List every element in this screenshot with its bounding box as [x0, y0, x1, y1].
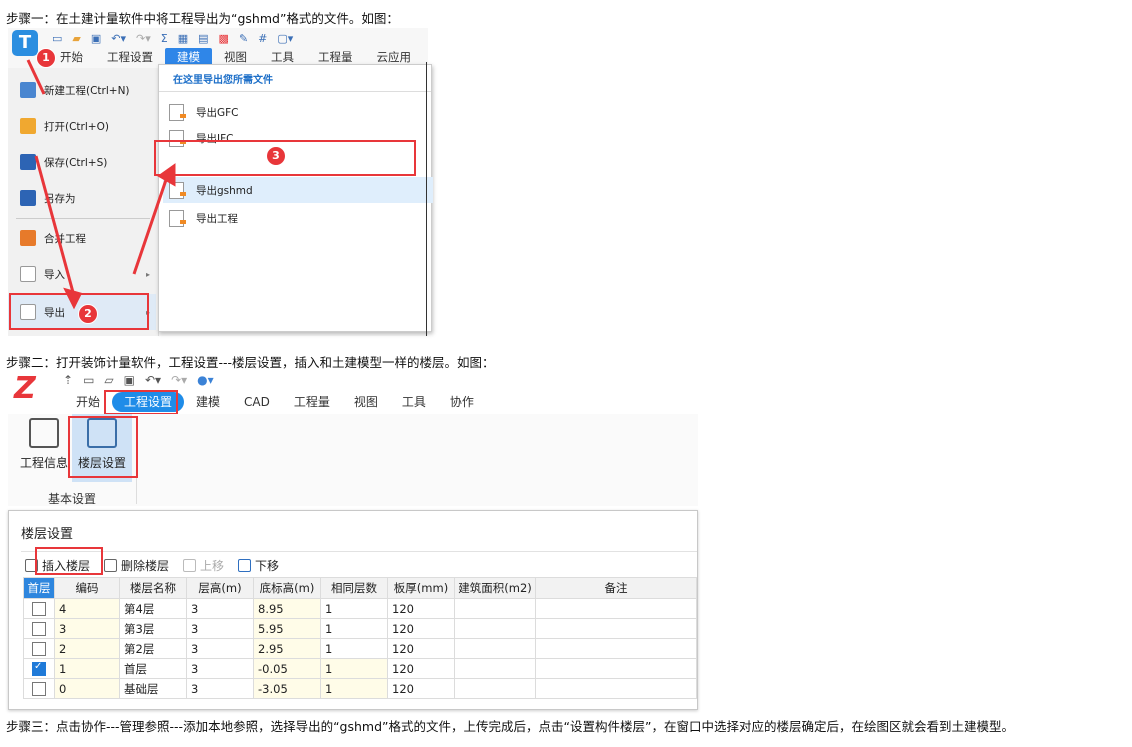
step-badge-3: 3 [266, 146, 286, 166]
tab-quantity[interactable]: 工程量 [282, 392, 342, 412]
highlight-floor-settings [68, 416, 138, 478]
screenshot-1: T ▭ ▰ ▣ ↶▾ ↷▾ Σ ▦ ▤ ▩ ✎ # ▢▾ 开始 工程设置 建模 … [8, 28, 433, 336]
col-first-floor: 首层 [23, 577, 55, 599]
open-icon[interactable]: ▱ [104, 373, 113, 387]
table-row[interactable]: 2 第2层 3 2.95 1 120 [23, 638, 697, 659]
table-row[interactable]: 4 第4层 3 8.95 1 120 [23, 598, 697, 619]
col-same-floors: 相同层数 [320, 577, 388, 599]
step-badge-2: 2 [78, 304, 98, 324]
floor-settings-panel: 楼层设置 插入楼层 删除楼层 上移 下移 首层 编码 楼层名称 层高(m) 底标… [8, 510, 698, 710]
screenshot-1-edge [426, 62, 427, 336]
move-up-button[interactable]: 上移 [183, 557, 224, 574]
first-floor-checkbox[interactable] [23, 598, 55, 619]
highlight-insert-floor [35, 547, 103, 575]
col-building-area: 建筑面积(m2) [454, 577, 536, 599]
first-floor-checkbox[interactable] [23, 678, 55, 699]
arrow-3 [132, 173, 170, 275]
new-icon[interactable]: ▭ [83, 373, 94, 387]
arrow-2-head [63, 287, 83, 310]
col-remarks: 备注 [535, 577, 697, 599]
project-info-icon [29, 418, 59, 448]
first-floor-checkbox[interactable] [23, 618, 55, 639]
tab-cad[interactable]: CAD [232, 392, 282, 412]
quick-access-toolbar: ⇡ ▭ ▱ ▣ ↶▾ ↷▾ ●▾ [63, 372, 214, 388]
undo-icon[interactable]: ↶▾ [145, 373, 161, 387]
arrow-3-head [157, 163, 176, 187]
checkbox-icon [32, 681, 46, 696]
floor-toolbar: 插入楼层 删除楼层 上移 下移 [21, 551, 697, 578]
delete-icon [104, 558, 118, 572]
checkbox-icon [32, 601, 46, 616]
cloud-icon[interactable]: ●▾ [197, 373, 214, 387]
delete-floor-button[interactable]: 删除楼层 [104, 557, 169, 574]
tab-collaboration[interactable]: 协作 [438, 392, 486, 412]
checkbox-icon [32, 641, 46, 656]
checkbox-checked-icon [32, 661, 46, 676]
tab-tools[interactable]: 工具 [390, 392, 438, 412]
floor-table: 首层 编码 楼层名称 层高(m) 底标高(m) 相同层数 板厚(mm) 建筑面积… [23, 577, 697, 699]
table-row[interactable]: 0 基础层 3 -3.05 1 120 [23, 678, 697, 699]
table-row[interactable]: 3 第3层 3 5.95 1 120 [23, 618, 697, 639]
step-badge-1: 1 [36, 48, 56, 68]
col-code: 编码 [54, 577, 120, 599]
step3-text: 步骤三：点击协作---管理参照---添加本地参照，选择导出的“gshmd”格式的… [6, 719, 1014, 734]
highlight-project-settings-tab [104, 390, 178, 415]
col-slab-thickness: 板厚(mm) [387, 577, 455, 599]
panel-title: 楼层设置 [21, 527, 74, 542]
arrow-down-icon [238, 558, 252, 572]
step2-text: 步骤二：打开装饰计量软件，工程设置---楼层设置，插入和土建模型一样的楼层。如图… [6, 355, 495, 370]
arrows-overlay [26, 59, 176, 310]
arrow-up-icon [183, 558, 197, 572]
col-height: 层高(m) [186, 577, 254, 599]
save-icon[interactable]: ▣ [124, 373, 135, 387]
first-floor-checkbox[interactable] [23, 638, 55, 659]
tab-view[interactable]: 视图 [342, 392, 390, 412]
app-logo[interactable]: Z [14, 372, 50, 406]
project-info-button[interactable]: 工程信息 [16, 418, 72, 471]
screenshot-2: Z ⇡ ▭ ▱ ▣ ↶▾ ↷▾ ●▾ 开始 工程设置 建模 CAD 工程量 视图… [8, 372, 698, 710]
col-floor-name: 楼层名称 [119, 577, 187, 599]
tab-modeling[interactable]: 建模 [184, 392, 232, 412]
col-base-elevation: 底标高(m) [253, 577, 321, 599]
table-row[interactable]: 1 首层 3 -0.05 1 120 [23, 658, 697, 679]
checkbox-icon [32, 621, 46, 636]
first-floor-checkbox[interactable] [23, 658, 55, 679]
move-down-button[interactable]: 下移 [238, 557, 279, 574]
arrow-2 [34, 155, 76, 297]
step1-text: 步骤一：在土建计量软件中将工程导出为“gshmd”格式的文件。如图： [6, 11, 399, 26]
import-icon[interactable]: ⇡ [63, 373, 73, 387]
ribbon-group-label: 基本设置 [48, 492, 97, 506]
redo-icon[interactable]: ↷▾ [171, 373, 187, 387]
